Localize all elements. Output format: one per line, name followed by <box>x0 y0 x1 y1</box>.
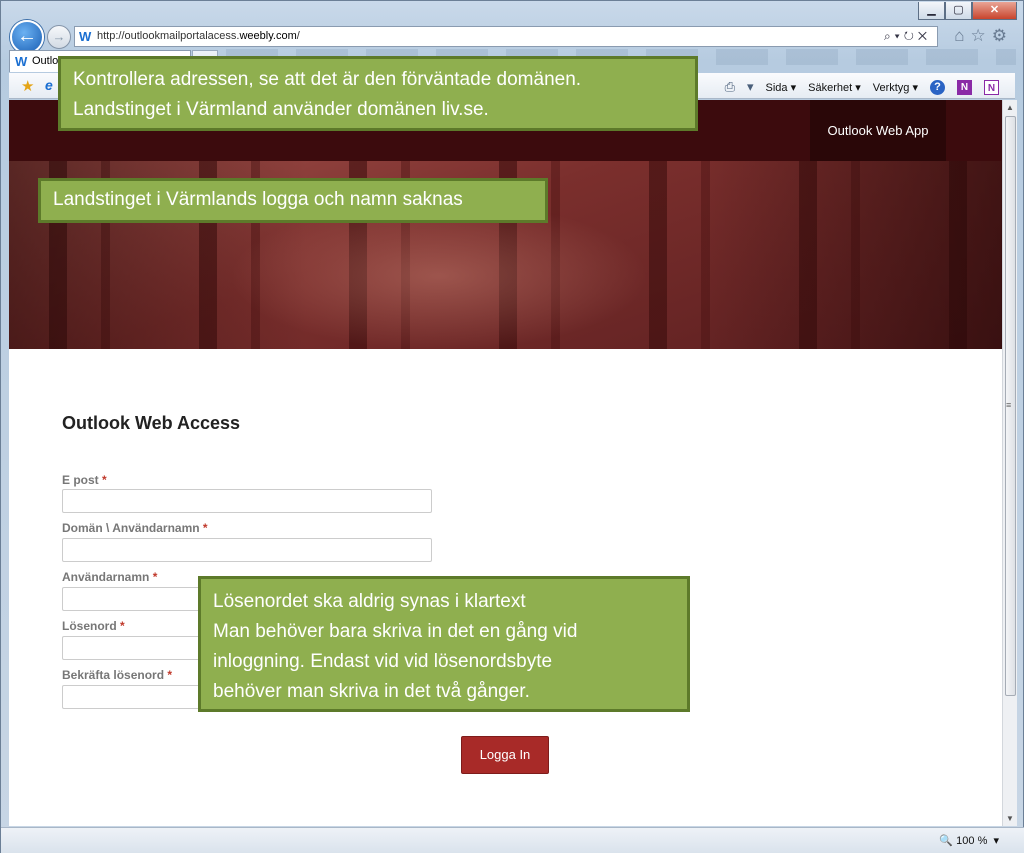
callout-address-line2: Landstinget i Värmland använder domänen … <box>73 99 489 120</box>
label-email: E post * <box>62 473 107 487</box>
tab-title: Outlo <box>32 55 59 67</box>
callout-address-line1: Kontrollera adressen, se att det är den … <box>73 69 582 90</box>
form-title: Outlook Web Access <box>62 413 241 433</box>
address-bar[interactable]: W http://outlookmailportalacess.weebly.c… <box>74 26 938 47</box>
star-icon[interactable]: ☆ <box>971 26 992 45</box>
callout-logo: Landstinget i Värmlands logga och namn s… <box>38 178 548 223</box>
favorites-star-icon[interactable]: ★ <box>21 77 34 95</box>
weebly-favicon-icon: W <box>15 54 28 69</box>
email-field[interactable] <box>62 489 432 513</box>
menu-sida[interactable]: Sida ▾ <box>766 81 797 94</box>
home-icon[interactable]: ⌂ <box>954 26 970 45</box>
callout-password-line1: Lösenordet ska aldrig synas i klartext <box>213 591 526 612</box>
domain-username-field[interactable] <box>62 538 432 562</box>
arrow-left-icon: ← <box>17 25 37 47</box>
label-username: Användarnamn * <box>62 570 158 584</box>
ie-icon[interactable]: e <box>45 77 53 93</box>
chevron-down-icon[interactable]: ▾ <box>747 79 754 95</box>
label-confirm-password: Bekräfta lösenord * <box>62 668 173 682</box>
print-icon[interactable]: ⎙ <box>725 79 735 95</box>
url-prefix: http://outlookmailportalacess. <box>97 30 240 42</box>
chevron-down-icon[interactable]: ▾ <box>895 29 904 43</box>
callout-password: Lösenordet ska aldrig synas i klartext M… <box>198 576 690 712</box>
callout-password-line2: Man behöver bara skriva in det en gång v… <box>213 621 578 642</box>
menu-verktyg[interactable]: Verktyg ▾ <box>873 81 918 94</box>
label-password: Lösenord * <box>62 619 125 633</box>
close-button[interactable]: ✕ <box>972 2 1017 20</box>
vertical-scrollbar[interactable]: ▲ ≡ ▼ <box>1002 100 1017 826</box>
scroll-up-icon[interactable]: ▲ <box>1006 103 1014 112</box>
url-suffix: / <box>296 30 300 42</box>
onenote-icon[interactable]: N <box>957 79 972 95</box>
browser-toolbar-icons: ⌂☆⚙ <box>954 26 1013 46</box>
hero-glow <box>229 201 649 351</box>
search-icon[interactable]: ⌕ <box>884 29 895 43</box>
zoom-icon: 🔍 <box>939 835 954 847</box>
gear-icon[interactable]: ⚙ <box>992 26 1013 45</box>
menu-sakerhet[interactable]: Säkerhet ▾ <box>808 81 861 94</box>
weebly-favicon-icon: W <box>79 29 92 44</box>
label-domain-username: Domän \ Användarnamn * <box>62 521 208 535</box>
login-button[interactable]: Logga In <box>461 736 549 774</box>
maximize-button[interactable]: ▢ <box>945 2 972 20</box>
grip-icon: ≡ <box>1006 400 1012 410</box>
callout-password-line3: inloggning. Endast vid vid lösenordsbyte <box>213 651 553 672</box>
stop-icon[interactable]: ✕ <box>918 29 931 43</box>
callout-address: Kontrollera adressen, se att det är den … <box>58 56 698 131</box>
forward-button[interactable]: → <box>47 25 71 49</box>
onenote-linked-icon[interactable]: N <box>984 79 999 95</box>
scroll-down-icon[interactable]: ▼ <box>1006 814 1014 823</box>
address-actions: ⌕▾↻✕ <box>884 27 931 46</box>
window-controls: ▁ ▢ ✕ <box>918 2 1017 20</box>
minimize-button[interactable]: ▁ <box>918 2 945 20</box>
back-button[interactable]: ← <box>10 20 44 54</box>
url-domain: weebly.com <box>239 30 297 42</box>
arrow-right-icon: → <box>52 29 66 44</box>
status-bar: 🔍 100 % ▾ <box>1 827 1024 853</box>
zoom-level[interactable]: 🔍 100 % ▾ <box>939 834 999 847</box>
command-items: ⎙ ▾ Sida ▾ Säkerhet ▾ Verktyg ▾ ? N N <box>725 79 999 95</box>
nav-outlook-web-app[interactable]: Outlook Web App <box>810 100 946 161</box>
refresh-icon[interactable]: ↻ <box>904 29 918 43</box>
help-icon[interactable]: ? <box>930 79 945 95</box>
callout-password-line4: behöver man skriva in det två gånger. <box>213 681 530 702</box>
